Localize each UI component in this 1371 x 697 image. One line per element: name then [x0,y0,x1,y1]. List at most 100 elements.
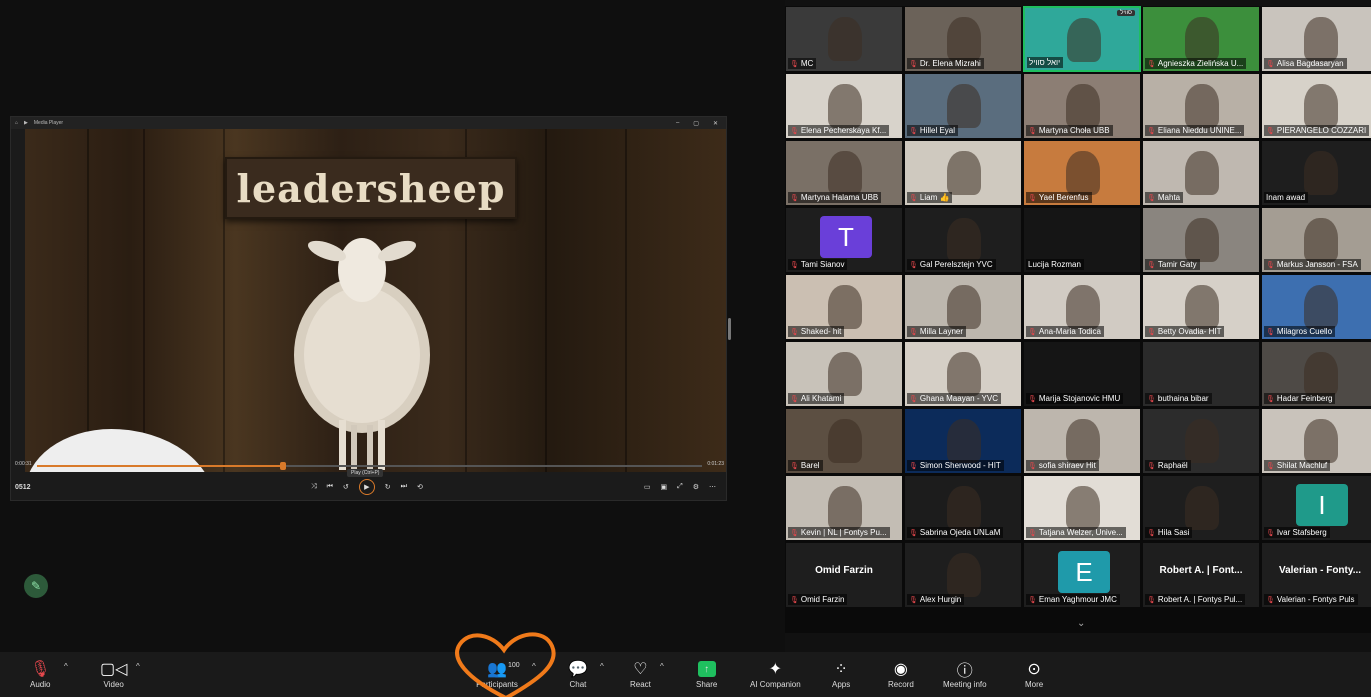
participant-tile[interactable]: 🎙 Raphaël [1142,408,1260,474]
record-button[interactable]: ◉ Record [888,658,914,689]
forward-icon[interactable]: ↻ [385,483,391,491]
muted-mic-icon: 🎙 [1028,395,1037,403]
muted-mic-icon: 🎙 [1147,395,1156,403]
muted-mic-icon: 🎙 [1266,60,1275,68]
play-button[interactable]: ▶ [358,479,375,495]
player-controls: 0512 ⤨ ⏮ ↺ ▶ ↻ ⏭ ⟲ ▭ ▣ ⤢ ⚙ ⋯ [15,477,724,497]
minimize-button[interactable]: – [672,120,683,126]
participant-tile[interactable]: 🎙 Marija Stojanovic HMU [1023,341,1141,407]
react-options-caret-icon[interactable]: ^ [660,662,664,671]
participant-tile[interactable]: 🎙 Ghana Maayan - YVC [904,341,1022,407]
apps-button[interactable]: ⁘ Apps [832,658,850,689]
next-icon[interactable]: ⏭ [401,483,407,491]
participant-tile[interactable]: 🎙 Liam 👍 [904,140,1022,206]
chat-options-caret-icon[interactable]: ^ [600,662,604,671]
participant-tile[interactable]: 🎙 Tatjana Welzer, Unive... [1023,475,1141,541]
maximize-button[interactable]: ▢ [689,120,703,127]
participant-tile[interactable]: 🎙 Milla Layner [904,274,1022,340]
participant-tile[interactable]: Valerian - Fonty... 🎙 Valerian - Fontys Pu… [1261,542,1371,608]
participant-tile[interactable]: 🎙 Hadar Feinberg [1261,341,1371,407]
share-button[interactable]: ↑ Share [696,658,717,689]
seek-track[interactable] [37,462,702,470]
participant-tile[interactable]: 🎙 Agnieszka Zielińska U... [1142,6,1260,72]
participant-tile[interactable]: 🎙 Martyna Choła UBB [1023,73,1141,139]
participants-options-caret-icon[interactable]: ^ [532,662,536,671]
participant-video [947,84,981,128]
cast-icon[interactable]: ▣ [660,483,667,491]
participant-tile[interactable]: T 🎙 Tami Sianov [785,207,903,273]
settings-icon[interactable]: ⚙ [693,483,699,491]
participant-tile[interactable]: 🎙 Simon Sherwood - HIT [904,408,1022,474]
participant-tile[interactable]: 🎙 Ali Khatami [785,341,903,407]
participant-name-tag: 🎙 Omid Farzin [788,594,848,605]
participant-tile[interactable]: 🎙 Betty Ovadia- HIT [1142,274,1260,340]
participant-tile[interactable]: 🎙 Mahta [1142,140,1260,206]
video-options-caret-icon[interactable]: ^ [136,662,140,671]
participant-tile[interactable]: I 🎙 Ivar Stafsberg [1261,475,1371,541]
more-button[interactable]: ⊙ More [1025,658,1043,689]
apps-icon: ⁘ [834,661,848,678]
participant-tile[interactable]: 🎙 Tamir Gaty [1142,207,1260,273]
avatar: I [1296,484,1348,526]
participants-button[interactable]: 👥 100 Participants [472,658,522,689]
participant-tile[interactable]: 🎙 Barel [785,408,903,474]
participant-tile[interactable]: 🎙 PIERANGELO COZZARI [1261,73,1371,139]
participant-tile[interactable]: 🎙 Milagros Cuello [1261,274,1371,340]
more-options-icon[interactable]: ⋯ [709,483,716,491]
participant-tile[interactable]: 🎙 Kevin | NL | Fontys Pu... [785,475,903,541]
muted-mic-icon: 🎙 [790,328,799,336]
muted-mic-icon: 🎙 [1266,328,1275,336]
participant-video [1304,352,1338,396]
chat-button[interactable]: 💬 Chat [568,658,588,689]
participant-tile[interactable]: Inam awad [1261,140,1371,206]
meeting-toolbar: 🎙 Audio ^ ▢◁ Video ^ 👥 100 Participants … [0,652,1371,697]
video-frame[interactable]: leadersheep [25,129,726,472]
participant-tile[interactable]: 🎙 Elena Pecherskaya Kf... [785,73,903,139]
participant-tile[interactable]: 🎙 Alisa Bagdasaryan [1261,6,1371,72]
participant-tile[interactable]: 🎙 Yael Berenfus [1023,140,1141,206]
video-button[interactable]: ▢◁ Video [100,658,127,689]
participant-tile[interactable]: 🎙 Ana-Maria Todica [1023,274,1141,340]
gallery-page-down-icon[interactable]: ⌄ [1077,618,1085,629]
annotate-pencil-icon[interactable]: ✎ [24,574,48,598]
react-label: React [630,680,651,689]
participant-tile[interactable]: E 🎙 Eman Yaghmour JMC [1023,542,1141,608]
participant-tile[interactable]: סוויל יואל סוויל [1023,6,1141,72]
ai-companion-button[interactable]: ✦ AI Companion [750,658,801,689]
participant-tile[interactable]: 🎙 buthaina bibar [1142,341,1260,407]
participant-tile[interactable]: Robert A. | Font... 🎙 Robert A. | Fontys P… [1142,542,1260,608]
seek-knob[interactable] [280,462,287,470]
muted-mic-icon: 🎙 [909,194,918,202]
participant-tile[interactable]: 🎙 sofia shiraev Hit [1023,408,1141,474]
repeat-icon[interactable]: ⟲ [417,483,423,491]
participant-tile[interactable]: 🎙 Eliana Nieddu UNINE... [1142,73,1260,139]
participant-tile[interactable]: 🎙 Gal Perelsztejn YVC [904,207,1022,273]
muted-mic-icon: 🎙 [1147,462,1156,470]
split-drag-handle[interactable] [728,318,731,340]
rewind-icon[interactable]: ↺ [343,483,349,491]
participant-tile[interactable]: 🎙 MC [785,6,903,72]
participant-tile[interactable]: Omid Farzin 🎙 Omid Farzin [785,542,903,608]
audio-button[interactable]: 🎙 Audio [30,658,50,689]
participant-tile[interactable]: 🎙 Alex Hurgin [904,542,1022,608]
previous-icon[interactable]: ⏮ [327,483,333,491]
participant-tile[interactable]: Lucija Rozman [1023,207,1141,273]
participant-tile[interactable]: 🎙 Hila Sasi [1142,475,1260,541]
participant-tile[interactable]: 🎙 Shilat Machluf [1261,408,1371,474]
participant-tile[interactable]: 🎙 Sabrina Ojeda UNLaM [904,475,1022,541]
participant-tile[interactable]: 🎙 Hillel Eyal [904,73,1022,139]
participant-name: sofia shiraev Hit [1038,461,1096,470]
participant-tile[interactable]: 🎙 Dr. Elena Mizrahi [904,6,1022,72]
subtitles-icon[interactable]: ▭ [644,483,651,491]
fullscreen-icon[interactable]: ⤢ [677,483,683,491]
home-icon[interactable]: ⌂ [15,120,18,126]
participant-tile[interactable]: 🎙 Shaked- hit [785,274,903,340]
close-button[interactable]: ✕ [709,120,722,127]
audio-options-caret-icon[interactable]: ^ [64,662,68,671]
shuffle-icon[interactable]: ⤨ [311,483,317,491]
participant-tile[interactable]: 🎙 Markus Jansson - FSA [1261,207,1371,273]
meeting-info-button[interactable]: ⓘ Meeting info [943,658,987,689]
participant-name-tag: 🎙 Ghana Maayan - YVC [907,393,1002,404]
participant-tile[interactable]: 🎙 Martyna Halama UBB [785,140,903,206]
react-button[interactable]: ♡ React [630,658,651,689]
